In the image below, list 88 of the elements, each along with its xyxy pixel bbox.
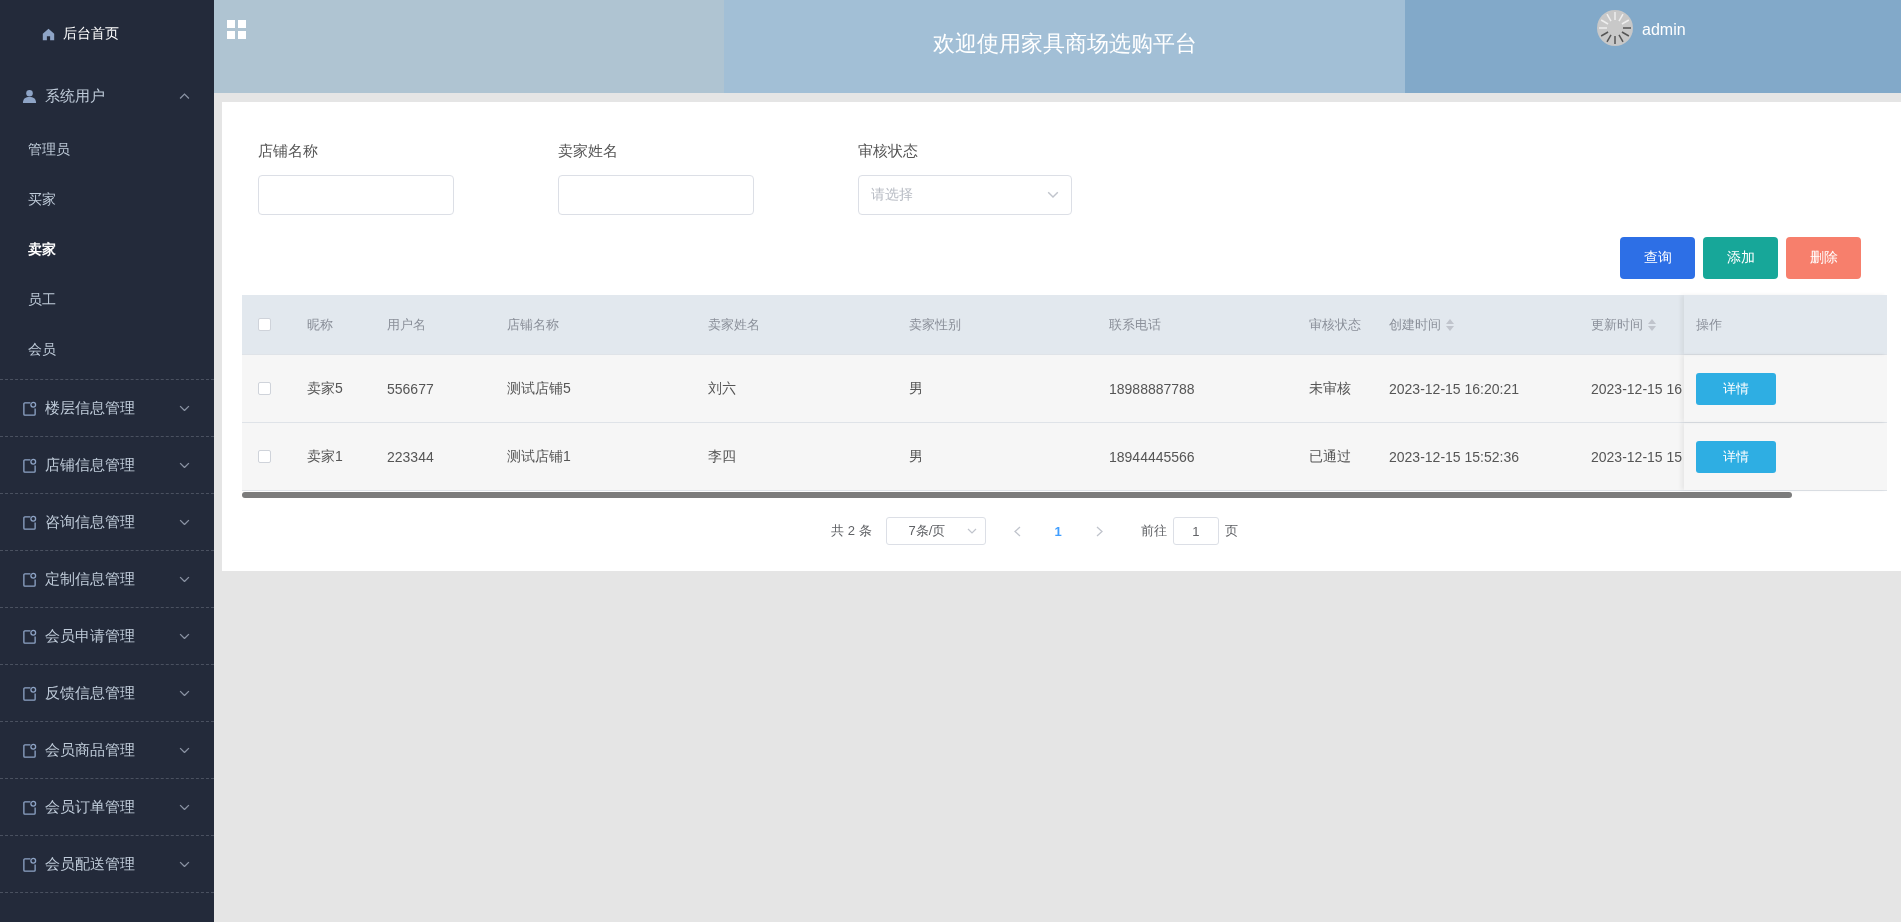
document-icon (22, 628, 37, 644)
table-cell-text: 测试店铺5 (506, 379, 572, 398)
field-label: 审核状态 (858, 142, 919, 161)
document-icon (22, 742, 37, 758)
table-cell-text: 李四 (707, 447, 737, 466)
field-label: 店铺名称 (258, 142, 319, 161)
sort-icon[interactable] (1446, 318, 1454, 331)
submenu-item[interactable]: 买家 (0, 175, 214, 225)
table-cell-text: 刘六 (707, 379, 737, 398)
select-all-checkbox[interactable] (258, 318, 271, 331)
grid-icon[interactable] (227, 20, 246, 39)
table-cell-text: 测试店铺1 (506, 447, 572, 466)
submenu-item[interactable]: 管理员 (0, 125, 214, 175)
submenu-item[interactable]: 员工 (0, 275, 214, 325)
avatar-icon[interactable] (1596, 9, 1634, 47)
menu-item[interactable]: 咨询信息管理 (0, 494, 214, 551)
chevron-icon (179, 746, 190, 754)
table-cell-text: 2023-12-15 15:52:36 (1388, 448, 1520, 465)
chevron-icon (179, 632, 190, 640)
table-cell-text: 223344 (386, 448, 435, 465)
column-header: 操作 (1696, 315, 1722, 334)
table-cell-text: 18944445566 (1108, 448, 1196, 465)
caret-icon (1047, 191, 1059, 199)
table-cell-text: 2023-12-15 15 (1590, 448, 1684, 465)
table-cell-text: 556677 (386, 380, 435, 397)
home-icon (42, 27, 55, 41)
menu-item[interactable]: 反馈信息管理 (0, 665, 214, 722)
submenu-item[interactable]: 会员 (0, 325, 214, 375)
column-header: 昵称 (307, 315, 333, 334)
menu-item[interactable]: 定制信息管理 (0, 551, 214, 608)
menu-item[interactable]: 会员商品管理 (0, 722, 214, 779)
page-size-select[interactable]: 7条/页 (885, 517, 986, 545)
document-icon (22, 400, 37, 416)
page-title: 欢迎使用家具商场选购平台 (932, 29, 1197, 58)
table-cell-text: 已通过 (1308, 447, 1352, 466)
menu-item[interactable]: 系统用户 (0, 68, 214, 125)
chevron-icon (179, 689, 190, 697)
document-icon (22, 799, 37, 815)
scrollbar[interactable] (242, 492, 1792, 498)
table-cell-text: 卖家5 (306, 379, 344, 398)
table-cell-text: 卖家1 (306, 447, 344, 466)
field-label: 卖家姓名 (558, 142, 619, 161)
user-icon (22, 89, 37, 104)
row-checkbox[interactable] (258, 450, 271, 463)
chevron-icon (179, 93, 190, 100)
column-header: 更新时间 (1591, 315, 1643, 334)
column-header: 用户名 (387, 315, 426, 334)
table-cell-text: 18988887788 (1108, 380, 1196, 397)
table-cell-text: 男 (908, 447, 924, 466)
chevron-icon (179, 860, 190, 868)
chevron-icon (179, 575, 190, 583)
total-count: 共 2 条 (831, 522, 872, 540)
table-cell-text: 2023-12-15 16:20:21 (1388, 380, 1520, 397)
table-cell-text: 未审核 (1308, 379, 1352, 398)
document-icon (22, 685, 37, 701)
page-jump-field[interactable]: 1 (1172, 517, 1219, 545)
column-header: 创建时间 (1389, 315, 1441, 334)
document-icon (22, 457, 37, 473)
table-cell-text: 2023-12-15 16 (1590, 380, 1684, 397)
chevron-icon (179, 518, 190, 526)
chevron-icon (179, 404, 190, 412)
chevron-icon (179, 461, 190, 469)
document-icon (22, 514, 37, 530)
table-cell-text: 男 (908, 379, 924, 398)
action-button[interactable]: 查询 (1620, 237, 1695, 279)
caret-icon (966, 528, 977, 534)
row-checkbox[interactable] (258, 382, 271, 395)
column-header: 卖家姓名 (708, 315, 760, 334)
page-suffix: 页 (1224, 522, 1238, 540)
column-header: 卖家性别 (909, 315, 961, 334)
submenu-item[interactable]: 卖家 (0, 225, 214, 275)
input-field[interactable] (258, 175, 454, 215)
menu-item[interactable]: 会员订单管理 (0, 779, 214, 836)
document-icon (22, 571, 37, 587)
input-field[interactable] (558, 175, 754, 215)
column-header: 联系电话 (1109, 315, 1161, 334)
chevron-icon (179, 803, 190, 811)
menu-item[interactable]: 店铺信息管理 (0, 437, 214, 494)
document-icon (22, 856, 37, 872)
column-header: 店铺名称 (507, 315, 559, 334)
menu-item[interactable]: 会员申请管理 (0, 608, 214, 665)
sort-icon[interactable] (1648, 318, 1656, 331)
menu-item[interactable]: 会员配送管理 (0, 836, 214, 893)
menu-label: 后台首页 (63, 25, 119, 43)
menu-item[interactable]: 楼层信息管理 (0, 380, 214, 437)
column-header: 审核状态 (1309, 315, 1361, 334)
home-menu-item[interactable]: 后台首页 (0, 0, 214, 68)
jump-label: 前往 (1140, 522, 1167, 540)
